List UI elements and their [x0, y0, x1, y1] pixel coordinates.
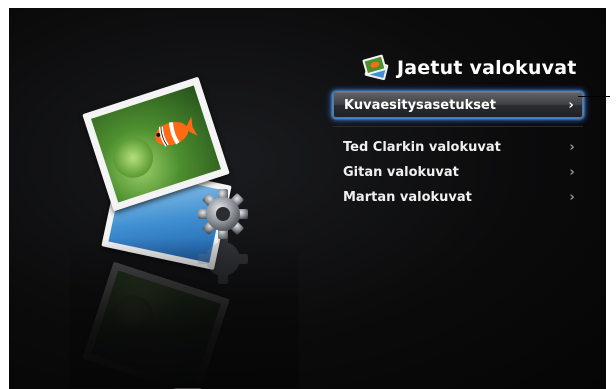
- chevron-right-icon: ›: [569, 190, 575, 205]
- menu-item-gita[interactable]: Gitan valokuvat ›: [333, 160, 583, 185]
- menu-item-kuvaesitysasetukset[interactable]: Kuvaesitysasetukset ›: [333, 92, 583, 118]
- menu-divider: [333, 126, 583, 127]
- photos-stack-icon: [362, 54, 389, 81]
- menu-item-label: Martan valokuvat: [343, 190, 472, 205]
- menu-item-label: Ted Clarkin valokuvat: [343, 140, 501, 155]
- callout-line: [578, 96, 610, 97]
- chevron-right-icon: ›: [568, 97, 574, 113]
- menu: Kuvaesitysasetukset › Ted Clarkin valoku…: [333, 92, 583, 210]
- menu-item-marta[interactable]: Martan valokuvat ›: [333, 185, 583, 210]
- menu-item-ted-clarkin[interactable]: Ted Clarkin valokuvat ›: [333, 135, 583, 160]
- clownfish-icon: [155, 116, 198, 147]
- menu-item-label: Gitan valokuvat: [343, 165, 459, 180]
- page-header: Jaetut valokuvat: [361, 52, 577, 84]
- menu-item-label: Kuvaesitysasetukset: [344, 97, 496, 113]
- page-title: Jaetut valokuvat: [397, 57, 577, 79]
- apple-tv-screen: Jaetut valokuvat Kuvaesitysasetukset › T…: [9, 8, 606, 389]
- chevron-right-icon: ›: [569, 165, 575, 180]
- chevron-right-icon: ›: [569, 140, 575, 155]
